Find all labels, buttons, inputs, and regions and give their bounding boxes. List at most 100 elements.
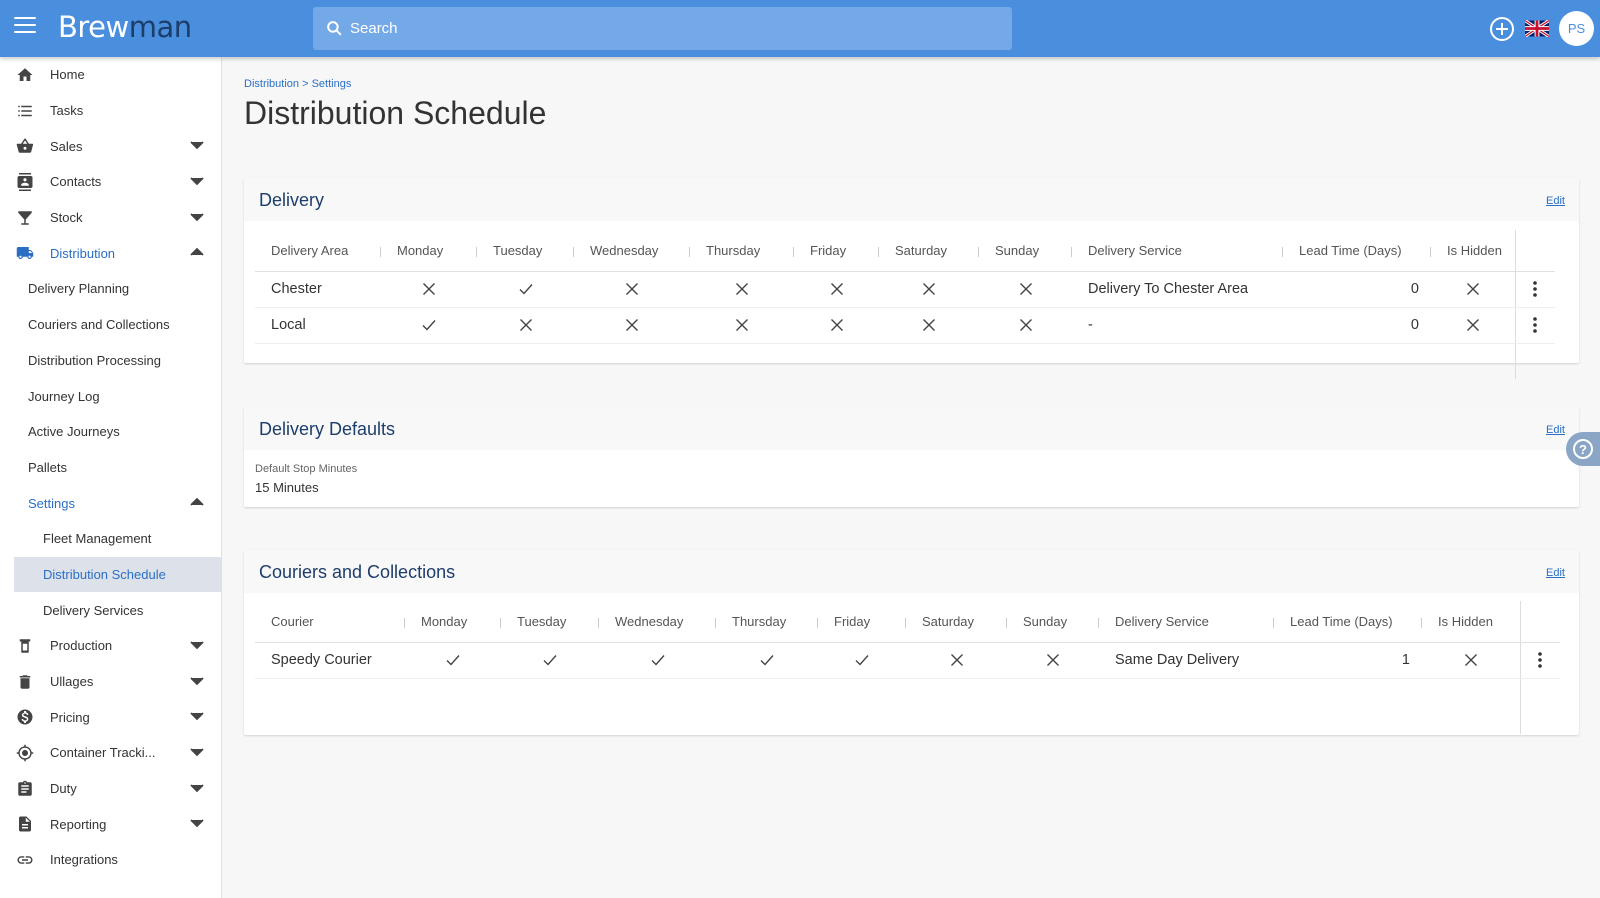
day-cell (477, 307, 574, 344)
couriers-card-header: Couriers and Collections Edit (244, 550, 1579, 593)
close-icon (923, 283, 935, 296)
sidebar-item-tasks[interactable]: Tasks (0, 93, 221, 129)
sidebar-item-delivery-services[interactable]: Delivery Services (0, 592, 221, 628)
sidebar-item-production[interactable]: Production (0, 628, 221, 664)
day-cell (477, 271, 574, 308)
column-header[interactable]: Delivery Service (1099, 601, 1274, 643)
breadcrumb-settings-link[interactable]: Settings (312, 78, 352, 90)
column-header[interactable]: Monday (381, 230, 477, 272)
search-bar[interactable] (313, 7, 1012, 50)
day-cell (794, 307, 879, 344)
check-icon (651, 655, 665, 666)
sidebar-item-contacts[interactable]: Contacts (0, 164, 221, 200)
sidebar-item-settings[interactable]: Settings (0, 485, 221, 521)
sidebar-item-integrations[interactable]: Integrations (0, 842, 221, 878)
more-vertical-icon (1538, 652, 1543, 668)
chevron-down-icon (190, 677, 204, 685)
row-actions-button[interactable] (1519, 642, 1560, 679)
day-cell (879, 307, 979, 344)
default-stop-minutes-value: 15 Minutes (255, 480, 319, 495)
couriers-card: Couriers and Collections Edit Courier Mo… (244, 550, 1579, 735)
sidebar-item-stock[interactable]: Stock (0, 200, 221, 236)
sidebar-item-duty[interactable]: Duty (0, 771, 221, 807)
delivery-edit-link[interactable]: Edit (1546, 195, 1565, 207)
clipboard-icon (18, 780, 32, 796)
chevron-down-icon (190, 213, 204, 222)
sidebar-item-active-journeys[interactable]: Active Journeys (0, 414, 221, 450)
delivery-card-title: Delivery (259, 190, 325, 210)
delivery-defaults-edit-link[interactable]: Edit (1546, 424, 1565, 436)
column-header[interactable]: Sunday (979, 230, 1072, 272)
column-header[interactable]: Courier (255, 601, 405, 643)
sidebar-item-fleet-management[interactable]: Fleet Management (0, 521, 221, 557)
sidebar-item-sales[interactable]: Sales (0, 128, 221, 164)
search-input[interactable] (350, 20, 950, 37)
breadcrumb-distribution-link[interactable]: Distribution (244, 78, 299, 90)
user-avatar[interactable]: PS (1559, 11, 1594, 46)
sidebar-item-pallets[interactable]: Pallets (0, 450, 221, 486)
column-header[interactable]: Monday (405, 601, 501, 643)
row-actions-button[interactable] (1514, 271, 1555, 308)
column-header[interactable]: Lead Time (Days) (1283, 230, 1431, 272)
sidebar-item-reporting[interactable]: Reporting (0, 806, 221, 842)
link-icon (17, 856, 33, 864)
check-icon (519, 284, 533, 295)
lead-time-cell: 0 (1283, 307, 1431, 344)
sidebar-item-ullages[interactable]: Ullages (0, 664, 221, 700)
column-header[interactable]: Sunday (1007, 601, 1099, 643)
breadcrumb: Distribution > Settings (244, 78, 351, 90)
sidebar-item-journey-log[interactable]: Journey Log (0, 378, 221, 414)
spacer-cell (255, 343, 1515, 379)
column-header[interactable]: Is Hidden (1422, 601, 1520, 643)
brewman-logo[interactable]: Brewman (58, 10, 192, 44)
hamburger-menu-icon[interactable] (14, 17, 36, 39)
home-icon (17, 68, 33, 81)
column-header[interactable]: Delivery Area (255, 230, 381, 272)
table-row[interactable]: Speedy Courier Same Day Delivery 1 (255, 642, 1560, 679)
day-cell (979, 307, 1072, 344)
column-header[interactable]: Friday (794, 230, 879, 272)
column-header[interactable]: Wednesday (599, 601, 716, 643)
table-row[interactable]: Local -0 (255, 307, 1555, 344)
sidebar-item-delivery-planning[interactable]: Delivery Planning (0, 271, 221, 307)
sidebar-item-distribution[interactable]: Distribution (0, 235, 221, 271)
row-actions-button[interactable] (1514, 307, 1555, 344)
column-header[interactable]: Delivery Service (1072, 230, 1283, 272)
column-header[interactable]: Tuesday (477, 230, 574, 272)
search-icon (327, 21, 342, 36)
target-icon (16, 744, 34, 762)
sidebar-item-distribution-schedule[interactable]: Distribution Schedule (14, 556, 221, 593)
column-header[interactable]: Wednesday (574, 230, 690, 272)
day-cell (716, 642, 818, 679)
column-header[interactable]: Lead Time (Days) (1274, 601, 1422, 643)
sidebar-item-home[interactable]: Home (0, 57, 221, 93)
column-header[interactable]: Is Hidden (1431, 230, 1515, 272)
close-icon (423, 283, 435, 296)
column-header[interactable]: Saturday (906, 601, 1007, 643)
close-icon (626, 283, 638, 296)
sidebar-item-container-tracking[interactable]: Container Tracki... (0, 735, 221, 771)
column-header[interactable]: Tuesday (501, 601, 599, 643)
help-button[interactable]: ? (1566, 432, 1600, 466)
sidebar-item-couriers-collections[interactable]: Couriers and Collections (0, 307, 221, 343)
day-cell (405, 642, 501, 679)
column-header[interactable]: Thursday (690, 230, 794, 272)
actions-column-header (1514, 230, 1555, 272)
close-icon (830, 283, 843, 296)
column-header[interactable]: Friday (818, 601, 906, 643)
sidebar-item-pricing[interactable]: Pricing (0, 699, 221, 735)
chevron-down-icon (190, 748, 204, 757)
uk-flag-icon[interactable] (1525, 20, 1549, 37)
table-row[interactable]: Chester Delivery To Chester Area 0 (255, 271, 1555, 308)
couriers-edit-link[interactable]: Edit (1546, 567, 1565, 579)
sidebar-item-distribution-processing[interactable]: Distribution Processing (0, 343, 221, 379)
column-header[interactable]: Thursday (716, 601, 818, 643)
is-hidden-cell (1431, 307, 1515, 344)
column-header[interactable]: Saturday (879, 230, 979, 272)
check-icon (422, 320, 436, 331)
day-cell (690, 307, 794, 344)
day-cell (906, 642, 1007, 679)
help-icon: ? (1573, 439, 1593, 459)
add-circle-icon[interactable] (1490, 17, 1514, 41)
close-icon (1019, 283, 1032, 296)
